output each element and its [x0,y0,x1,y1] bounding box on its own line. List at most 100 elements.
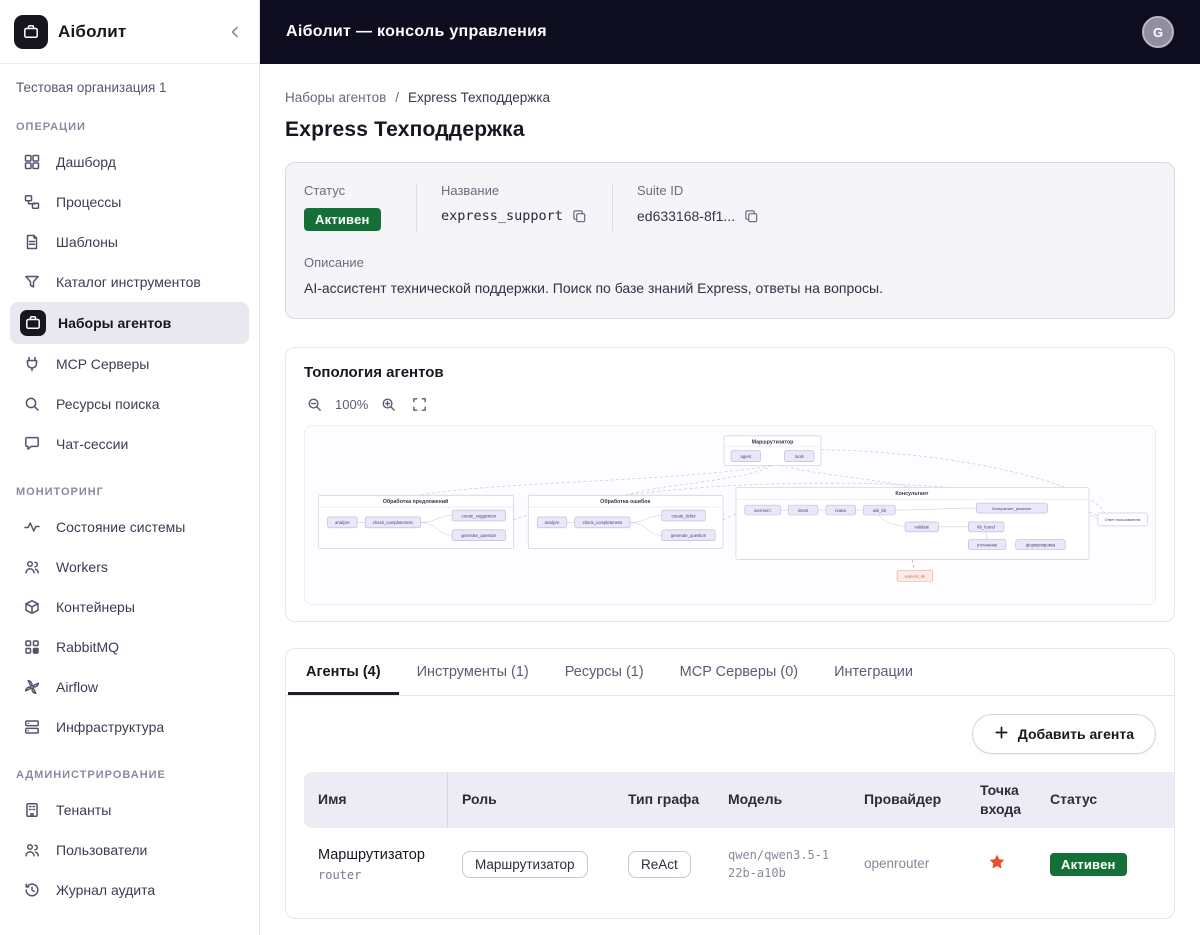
add-agent-button[interactable]: Добавить агента [971,714,1156,754]
topology-controls: 100% [304,394,1156,415]
svg-text:уточнение: уточнение [977,542,998,547]
tools-catalog-icon [20,270,44,294]
airflow-icon [20,675,44,699]
graph-group-suggestions[interactable]: Обработка предложений analyze check_comp… [318,494,514,549]
status-badge: Активен [304,208,381,231]
svg-text:create_ticket: create_ticket [671,513,696,518]
sidebar-item-agent-suites[interactable]: Наборы агентов [10,302,249,344]
sidebar-item-label: Airflow [56,679,99,695]
sidebar-item-templates[interactable]: Шаблоны [10,222,249,262]
graph-group-consultant[interactable]: Консультант контекст intent поиск ask_kb… [735,486,1090,560]
topology-graph[interactable]: Маршрутизатор agent tools Обработка пред… [305,426,1155,604]
topology-card: Топология агентов 100% Маршрутизатор age… [285,347,1175,622]
tab-integrations[interactable]: Интеграции [816,649,931,695]
sidebar-item-workers[interactable]: Workers [10,547,249,587]
sidebar-item-airflow[interactable]: Airflow [10,667,249,707]
app-name: Аіболит [58,21,127,41]
svg-text:Консультант_решение: Консультант_решение [992,507,1031,511]
svg-text:check_completeness: check_completeness [373,520,413,525]
org-name[interactable]: Тестовая организация 1 [0,64,259,99]
agents-table: Имя Роль Тип графа Модель Провайдер Точк… [304,772,1174,900]
breadcrumb-separator: / [395,90,400,105]
svg-text:контекст: контекст [754,508,771,513]
app-root: Аіболит Тестовая организация 1 ОПЕРАЦИИ Д… [0,0,1200,935]
svg-text:generate_question: generate_question [671,533,707,538]
sidebar-item-label: Шаблоны [56,234,118,250]
svg-text:Ответ пользователю: Ответ пользователю [1105,518,1141,522]
svg-text:intent: intent [798,508,809,513]
sidebar-item-chat-sessions[interactable]: Чат-сессии [10,424,249,464]
topbar: Аіболит — консоль управления G [260,0,1200,64]
copy-name-button[interactable] [572,209,587,224]
tab-agents[interactable]: Агенты (4) [288,649,399,695]
tabs: Агенты (4) Инструменты (1) Ресурсы (1) MCP … [286,649,1174,696]
topology-canvas[interactable]: Маршрутизатор agent tools Обработка пред… [304,425,1156,605]
sidebar-section-label: АДМИНИСТРИРОВАНИЕ [16,769,166,781]
description-value: AI-ассистент технической поддержки. Поис… [304,280,883,296]
sidebar-item-label: Контейнеры [56,599,135,615]
chat-sessions-icon [20,432,44,456]
sidebar-item-search-resources[interactable]: Ресурсы поиска [10,384,249,424]
copy-suite-id-button[interactable] [744,209,759,224]
mcp-servers-icon [20,352,44,376]
sidebar-item-system-health[interactable]: Состояние системы [10,507,249,547]
column-role: Роль [448,772,614,828]
sidebar-item-mcp-servers[interactable]: MCP Серверы [10,344,249,384]
svg-text:ask_kb: ask_kb [873,508,887,513]
suite-name-value: express_support [441,208,563,224]
graph-node-output[interactable]: Ответ пользователю [1097,512,1148,527]
sidebar-item-tenants[interactable]: Тенанты [10,790,249,830]
sidebar-item-label: Пользователи [56,842,148,858]
graph-node-express-kb[interactable]: express_kb [896,570,934,582]
tab-mcp-servers[interactable]: MCP Серверы (0) [662,649,816,695]
sidebar-item-audit-log[interactable]: Журнал аудита [10,870,249,910]
graph-node-router[interactable]: Маршрутизатор agent tools [723,435,822,466]
svg-text:формулировка: формулировка [1026,542,1056,547]
sidebar-section-label: МОНИТОРИНГ [16,486,104,498]
sidebar-item-label: Процессы [56,194,122,210]
agent-graph-type-chip: ReAct [628,850,691,878]
user-avatar[interactable]: G [1142,16,1174,48]
svg-text:check_completeness: check_completeness [583,520,623,525]
tab-tools[interactable]: Инструменты (1) [399,649,547,695]
agent-model: qwen/qwen3.5-122b-a10b [728,847,830,881]
svg-text:Обработка предложений: Обработка предложений [383,498,449,505]
page-title: Express Техподдержка [285,118,525,141]
sidebar-item-label: Наборы агентов [58,315,172,331]
sidebar: Аіболит Тестовая организация 1 ОПЕРАЦИИ Д… [0,0,260,935]
svg-text:Обработка ошибок: Обработка ошибок [600,498,650,505]
suite-detail-card: Агенты (4) Инструменты (1) Ресурсы (1) MCP … [285,648,1175,919]
breadcrumb-parent[interactable]: Наборы агентов [285,90,386,105]
svg-text:tools: tools [795,454,804,459]
search-resources-icon [20,392,44,416]
suite-info-card: Статус Активен Название express_support [285,162,1175,319]
svg-text:analyze: analyze [335,520,350,525]
fit-view-button[interactable] [409,394,430,415]
sidebar-item-processes[interactable]: Процессы [10,182,249,222]
sidebar-collapse-button[interactable] [225,22,245,42]
sidebar-item-rabbitmq[interactable]: RabbitMQ [10,627,249,667]
entry-point-star-icon[interactable] [988,853,1006,871]
svg-text:express_kb: express_kb [905,574,926,579]
graph-group-errors[interactable]: Обработка ошибок analyze check_completen… [527,494,724,549]
description-label: Описание [304,255,364,270]
users-icon [20,838,44,862]
sidebar-item-label: Дашборд [56,154,116,170]
zoom-out-button[interactable] [304,394,325,415]
sidebar-item-label: Инфраструктура [56,719,165,735]
svg-text:поиск: поиск [835,508,846,513]
sidebar-item-tools-catalog[interactable]: Каталог инструментов [10,262,249,302]
sidebar-item-label: Состояние системы [56,519,186,535]
zoom-in-button[interactable] [378,394,399,415]
zoom-level: 100% [335,397,369,412]
tab-resources[interactable]: Ресурсы (1) [547,649,662,695]
sidebar-item-dashboard[interactable]: Дашборд [10,142,249,182]
topbar-title: Аіболит — консоль управления [286,23,547,40]
sidebar-item-containers[interactable]: Контейнеры [10,587,249,627]
svg-text:Маршрутизатор: Маршрутизатор [752,439,795,445]
audit-log-icon [20,878,44,902]
sidebar-item-label: MCP Серверы [56,356,150,372]
sidebar-item-label: Ресурсы поиска [56,396,160,412]
sidebar-item-infrastructure[interactable]: Инфраструктура [10,707,249,747]
sidebar-item-users[interactable]: Пользователи [10,830,249,870]
